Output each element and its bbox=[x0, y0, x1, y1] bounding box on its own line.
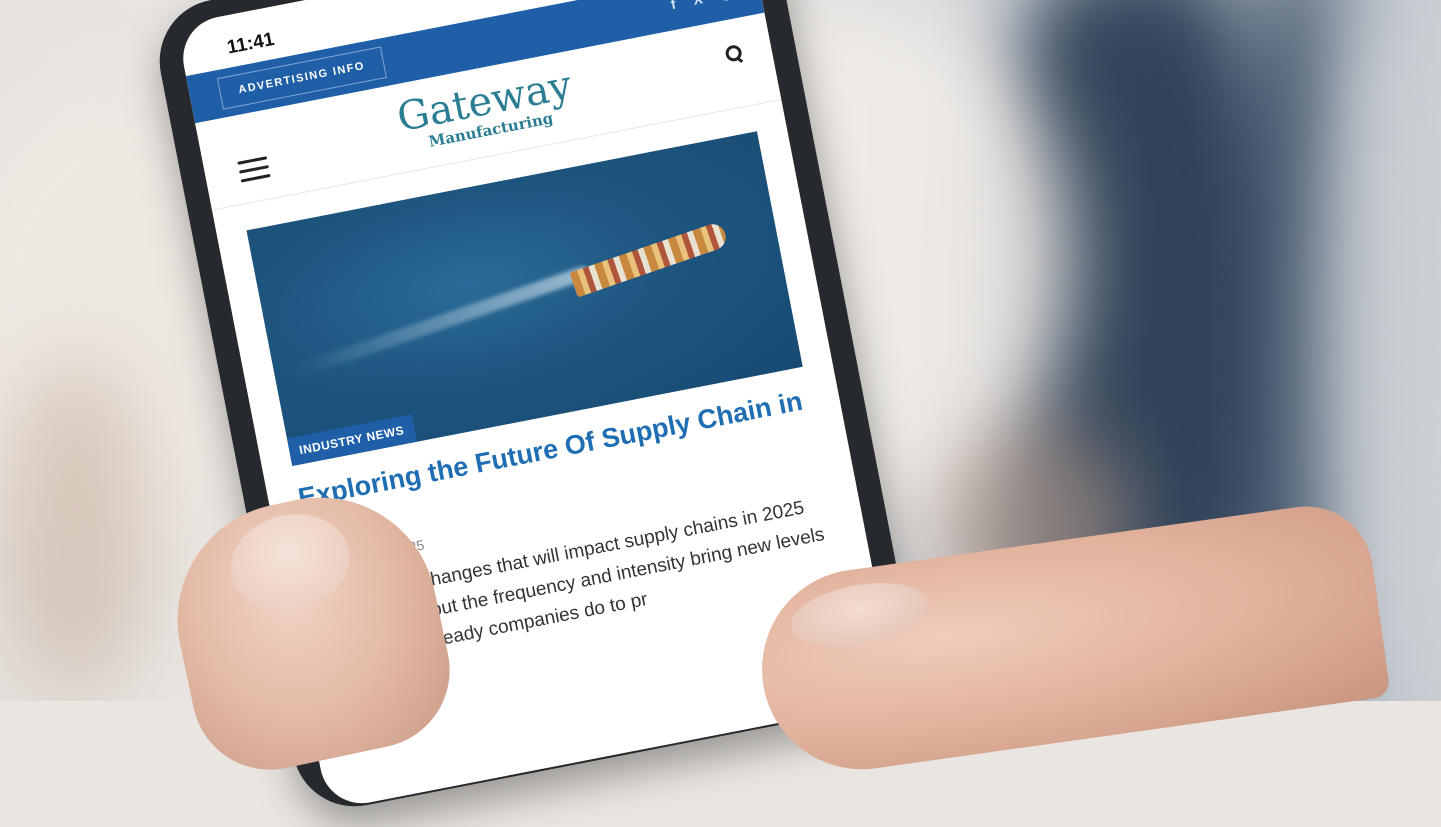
search-icon[interactable] bbox=[724, 44, 743, 63]
instagram-icon[interactable]: ◎ bbox=[718, 0, 733, 4]
social-links: f X ◎ bbox=[669, 0, 733, 13]
status-time: 11:41 bbox=[225, 28, 277, 59]
ship-wake bbox=[293, 264, 592, 379]
menu-icon[interactable] bbox=[237, 156, 272, 188]
site-logo[interactable]: Gateway Manufacturing bbox=[394, 62, 578, 156]
container-ship bbox=[569, 220, 730, 298]
facebook-icon[interactable]: f bbox=[669, 0, 677, 13]
x-icon[interactable]: X bbox=[692, 0, 704, 9]
